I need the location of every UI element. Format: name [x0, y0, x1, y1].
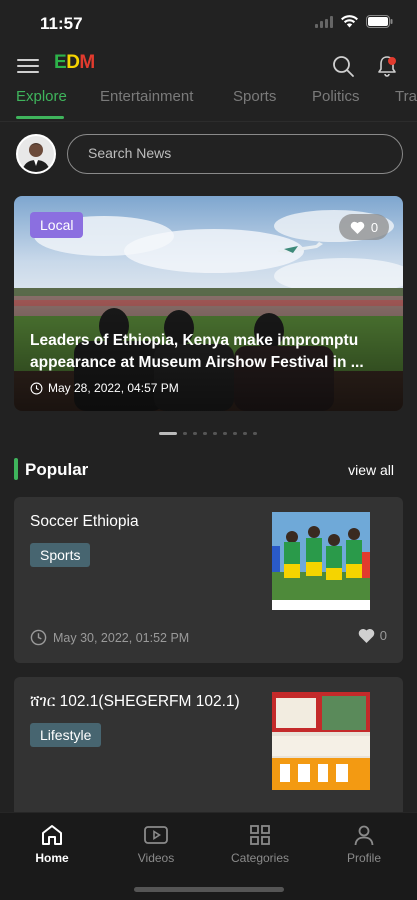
avatar-image — [18, 136, 54, 172]
wifi-icon — [341, 15, 358, 28]
nav-categories-label: Categories — [230, 851, 290, 865]
nav-profile[interactable]: Profile — [319, 823, 409, 865]
carousel-dot[interactable] — [233, 432, 237, 435]
news-card-date-text: May 30, 2022, 01:52 PM — [53, 630, 190, 645]
featured-carousel[interactable]: Local 0 Leaders of Ethiopia, Kenya make … — [14, 196, 403, 411]
nav-videos[interactable]: Videos — [111, 823, 201, 865]
heart-icon — [358, 628, 375, 643]
nav-videos-label: Videos — [137, 851, 175, 865]
bell-icon[interactable] — [375, 54, 399, 78]
user-icon — [354, 825, 374, 846]
grid-icon — [250, 825, 270, 845]
carousel-dot[interactable] — [159, 432, 177, 435]
tab-travel[interactable]: Tra — [395, 88, 417, 105]
avatar[interactable] — [16, 134, 56, 174]
app-header: EDM — [0, 46, 417, 84]
featured-title-line2[interactable]: appearance at Museum Airshow Festival in… — [30, 352, 390, 374]
carousel-dot[interactable] — [183, 432, 187, 435]
featured-date-text: May 28, 2022, 04:57 PM — [48, 381, 179, 395]
news-thumbnail — [272, 512, 370, 610]
like-count: 0 — [379, 628, 387, 643]
carousel-dot[interactable] — [213, 432, 217, 435]
view-all-link[interactable]: view all — [348, 462, 394, 478]
local-badge[interactable]: Local — [30, 212, 84, 238]
tab-entertainment[interactable]: Entertainment — [100, 88, 193, 105]
active-tab-indicator — [16, 116, 64, 119]
clock-icon — [30, 382, 43, 394]
notification-dot — [388, 57, 396, 65]
nav-profile-label: Profile — [346, 851, 381, 865]
tab-sports[interactable]: Sports — [233, 88, 276, 105]
search-icon[interactable] — [331, 54, 355, 78]
carousel-dot[interactable] — [223, 432, 227, 435]
search-input[interactable]: Search News — [67, 134, 403, 174]
signal-icon — [315, 15, 333, 28]
category-tag[interactable]: Lifestyle — [30, 723, 102, 747]
news-card-date: May 30, 2022, 01:52 PM — [30, 629, 189, 646]
carousel-indicator — [159, 432, 257, 435]
news-card-title: Soccer Ethiopia — [30, 513, 139, 530]
nav-home-label: Home — [35, 851, 69, 865]
featured-title-line1[interactable]: Leaders of Ethiopia, Kenya make imprompt… — [30, 330, 390, 352]
tab-explore[interactable]: Explore — [16, 88, 67, 105]
hamburger-icon[interactable] — [16, 56, 40, 76]
home-icon — [42, 825, 62, 845]
heart-icon — [350, 221, 365, 234]
tab-politics[interactable]: Politics — [312, 88, 360, 105]
status-time: 11:57 — [40, 14, 83, 33]
nav-home[interactable]: Home — [7, 823, 97, 865]
section-accent-bar — [14, 458, 18, 480]
carousel-dot[interactable] — [253, 432, 257, 435]
carousel-dot[interactable] — [203, 432, 207, 435]
battery-icon — [366, 15, 393, 28]
carousel-dot[interactable] — [193, 432, 197, 435]
video-icon — [144, 826, 168, 844]
news-thumbnail — [272, 692, 370, 790]
news-card[interactable]: Soccer Ethiopia Sports May 30, 2022, 01:… — [14, 497, 403, 663]
clock-icon — [30, 629, 47, 646]
like-button[interactable]: 0 — [358, 628, 387, 643]
featured-like-count: 0 — [370, 219, 379, 235]
popular-heading: Popular — [25, 460, 89, 479]
nav-categories[interactable]: Categories — [215, 823, 305, 865]
category-tabs: Explore Entertainment Sports Politics Tr… — [0, 84, 417, 122]
app-logo: EDM — [54, 52, 95, 73]
status-icons — [315, 15, 393, 28]
news-card-title: ሸገር 102.1(SHEGERFM 102.1) — [30, 693, 240, 710]
carousel-dot[interactable] — [243, 432, 247, 435]
status-bar: 11:57 — [0, 0, 417, 46]
featured-date: May 28, 2022, 04:57 PM — [30, 381, 179, 395]
home-indicator — [134, 887, 284, 892]
category-tag[interactable]: Sports — [30, 543, 91, 567]
featured-like-button[interactable]: 0 — [339, 214, 389, 240]
news-card[interactable]: ሸገር 102.1(SHEGERFM 102.1) Lifestyle — [14, 677, 403, 817]
